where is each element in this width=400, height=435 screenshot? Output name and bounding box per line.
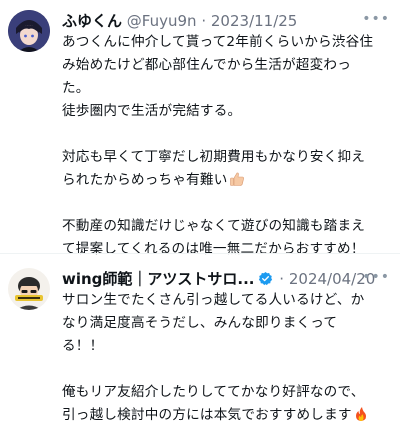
tweet-text: サロン生でたくさん引っ越してる人いるけど、か なり満足度高そうだし、みんな即りま… xyxy=(62,289,394,427)
verified-badge-icon xyxy=(258,269,273,286)
separator-dot: · xyxy=(279,270,285,288)
post-date[interactable]: 2023/11/25 xyxy=(211,12,297,30)
tweet-line: 徒歩圏内で生活が完結する。 xyxy=(62,103,242,119)
tweet-line: る！！ xyxy=(62,338,104,354)
thumbs-up-icon xyxy=(229,171,245,187)
tweet-divider xyxy=(0,253,400,254)
tweet-line: サロン生でたくさん引っ越してる人いるけど、か xyxy=(62,292,365,308)
author-handle[interactable]: @Fuyu9n xyxy=(127,12,197,30)
anime-boy-avatar-icon[interactable] xyxy=(8,10,50,52)
tweet-line: られたからめっちゃ有難い xyxy=(62,172,228,188)
tweet-card[interactable]: ふゆくん @Fuyu9n · 2023/11/25 ••• あつくんに仲介して貰… xyxy=(0,0,400,257)
tweet-header: ふゆくん @Fuyu9n · 2023/11/25 xyxy=(62,9,392,33)
tweet-line: 不動産の知識だけじゃなくて遊びの知識も踏まえ xyxy=(62,218,366,234)
tweet-line: なり満足度高そうだし、みんな即りまくって xyxy=(62,315,338,331)
tweet-line: あつくんに仲介して貰って2年前くらいから渋谷住 xyxy=(62,34,374,50)
cartoon-avatar-icon[interactable] xyxy=(8,268,50,310)
tweet-text: あつくんに仲介して貰って2年前くらいから渋谷住 み始めたけど都心部住んでから生活… xyxy=(62,31,394,261)
tweet-card[interactable]: wing師範｜アツストサロ... · 2024/04/20 ••• サロン生でた… xyxy=(0,258,400,435)
tweet-line: み始めたけど都心部住んでから生活が超変わっ xyxy=(62,57,351,73)
tweet-line: た。 xyxy=(62,80,90,96)
more-options-icon[interactable]: ••• xyxy=(362,270,390,284)
tweet-line: 引っ越し検討中の方には本気でおすすめします xyxy=(62,407,352,423)
author-name[interactable]: wing師範｜アツストサロ... xyxy=(62,270,255,288)
more-options-icon[interactable]: ••• xyxy=(362,12,390,26)
separator-dot: · xyxy=(201,12,207,30)
tweet-header: wing師範｜アツストサロ... · 2024/04/20 xyxy=(62,267,392,291)
tweet-line: 俺もリア友紹介したりしててかなり好評なので、 xyxy=(62,384,365,400)
tweet-line: 対応も早くて丁寧だし初期費用もかなり安く抑え xyxy=(62,149,366,165)
tweet-line: て提案してくれるのは唯一無二だからおすすめ！ xyxy=(62,241,365,257)
fire-icon xyxy=(353,406,369,422)
author-name[interactable]: ふゆくん xyxy=(62,12,122,30)
